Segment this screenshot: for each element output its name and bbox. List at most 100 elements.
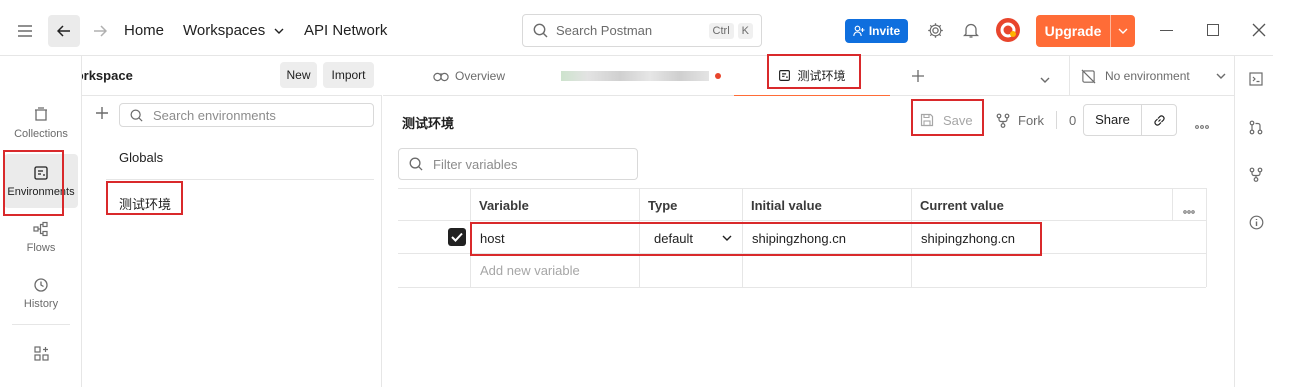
workspaces-menu[interactable]: Workspaces (183, 22, 284, 39)
home-link[interactable]: Home (124, 22, 164, 39)
row-enabled-checkbox[interactable] (448, 228, 466, 246)
left-rail: Collections Environments Flows History (0, 56, 82, 387)
unsaved-dot (715, 73, 721, 79)
rail-item-collections[interactable]: Collections (4, 96, 78, 150)
configure-workbench-icon[interactable] (34, 346, 49, 364)
maximize-button[interactable] (1207, 24, 1219, 36)
forward-button[interactable] (84, 15, 116, 47)
rail-label-collections: Collections (14, 127, 68, 140)
column-header-type: Type (648, 198, 678, 213)
notifications-bell-icon[interactable] (962, 22, 980, 42)
new-button[interactable]: New (280, 62, 317, 88)
grid-line (470, 188, 471, 287)
environments-icon (779, 70, 791, 81)
tab-blurred[interactable] (561, 56, 721, 96)
settings-gear-icon[interactable] (927, 22, 944, 42)
global-search[interactable]: Search Postman Ctrl K (522, 14, 762, 47)
environments-sidebar (83, 96, 382, 387)
chevron-down-icon (1216, 73, 1226, 79)
fork-icon[interactable] (1249, 167, 1263, 185)
search-icon (130, 109, 143, 122)
code-snippet-icon[interactable] (1249, 72, 1263, 89)
share-button-group: Share (1083, 104, 1177, 136)
new-tab-plus-icon[interactable] (911, 69, 925, 86)
columns-more-icon[interactable] (1183, 202, 1195, 217)
api-network-link[interactable]: API Network (304, 22, 387, 39)
more-options-icon[interactable] (1195, 117, 1209, 132)
grid-line (398, 253, 1206, 254)
grid-line (398, 220, 1206, 221)
close-window-button[interactable] (1252, 23, 1266, 40)
tabs-chevron-down-icon[interactable] (1040, 72, 1050, 87)
grid-line (742, 188, 743, 287)
grid-line (1172, 188, 1173, 220)
add-environment-plus-icon[interactable] (95, 106, 109, 123)
blurred-tab-title (561, 71, 709, 81)
add-new-variable-input[interactable]: Add new variable (480, 263, 580, 278)
invite-button[interactable]: Invite (845, 19, 908, 43)
rail-label-flows: Flows (26, 241, 56, 254)
environments-icon (34, 165, 48, 180)
chevron-down-icon (722, 235, 732, 241)
upgrade-label: Upgrade (1044, 23, 1102, 39)
column-header-variable: Variable (479, 198, 529, 213)
minimize-button[interactable] (1160, 30, 1173, 32)
current-value-cell[interactable]: shipingzhong.cn (921, 231, 1015, 246)
overview-icon (433, 72, 449, 82)
search-icon (533, 23, 548, 38)
tab-test-env-label: 测试环境 (797, 69, 846, 83)
no-environment-icon (1081, 69, 1096, 83)
tab-overview-label: Overview (455, 69, 506, 83)
save-button[interactable]: Save (920, 104, 973, 136)
search-environments-input[interactable]: Search environments (119, 103, 374, 127)
shortcut-k: K (737, 22, 753, 39)
environment-selector[interactable]: No environment (1081, 56, 1226, 96)
invite-label: Invite (868, 24, 901, 38)
back-button[interactable] (48, 15, 80, 47)
save-label: Save (943, 112, 973, 128)
no-environment-label: No environment (1105, 69, 1190, 83)
rail-label-environments: Environments (7, 185, 75, 198)
rail-item-flows[interactable]: Flows (4, 210, 78, 264)
grid-line (398, 188, 1206, 189)
column-header-initial-value: Initial value (751, 198, 822, 213)
initial-value-cell[interactable]: shipingzhong.cn (752, 231, 846, 246)
chevron-down-icon (274, 28, 284, 34)
upgrade-button[interactable]: Upgrade (1036, 15, 1135, 47)
grid-line (398, 287, 1206, 288)
import-button[interactable]: Import (323, 62, 374, 88)
sidebar-item-globals[interactable]: Globals (119, 150, 163, 165)
sidebar-item-test-env[interactable]: 测试环境 (119, 194, 171, 213)
rail-divider (12, 324, 70, 325)
environment-title[interactable]: 测试环境 (402, 113, 454, 132)
tab-test-env[interactable]: 测试环境 (734, 56, 890, 96)
upgrade-chevron-down-icon[interactable] (1110, 15, 1135, 47)
grid-line (639, 188, 640, 287)
filter-variables-placeholder: Filter variables (433, 156, 518, 172)
filter-variables-input[interactable]: Filter variables (398, 148, 638, 180)
history-icon (34, 277, 48, 292)
save-icon (920, 113, 934, 127)
rail-item-environments[interactable]: Environments (4, 154, 78, 208)
grid-line (1206, 188, 1207, 287)
tab-bar: Overview 测试环境 No environment (383, 56, 1234, 96)
pull-request-icon[interactable] (1249, 120, 1263, 138)
fork-label: Fork (1018, 112, 1044, 128)
variable-name-cell[interactable]: host (480, 231, 505, 246)
variable-type-select[interactable]: default (654, 231, 732, 246)
flows-icon (33, 221, 48, 236)
share-button[interactable]: Share (1084, 105, 1142, 135)
grid-line (911, 188, 912, 287)
add-user-icon (853, 25, 865, 37)
tabs-divider (1069, 56, 1070, 96)
fork-button[interactable]: Fork 0 (996, 104, 1076, 136)
top-header: Home Workspaces API Network Search Postm… (0, 0, 1273, 56)
avatar[interactable] (996, 18, 1020, 42)
menu-icon[interactable] (9, 15, 41, 47)
rail-item-history[interactable]: History (4, 266, 78, 320)
info-icon[interactable] (1249, 215, 1264, 233)
copy-link-icon[interactable] (1142, 113, 1176, 128)
tab-overview[interactable]: Overview (433, 56, 505, 96)
fork-count: 0 (1069, 112, 1077, 128)
postman-window: Home Workspaces API Network Search Postm… (0, 0, 1273, 387)
